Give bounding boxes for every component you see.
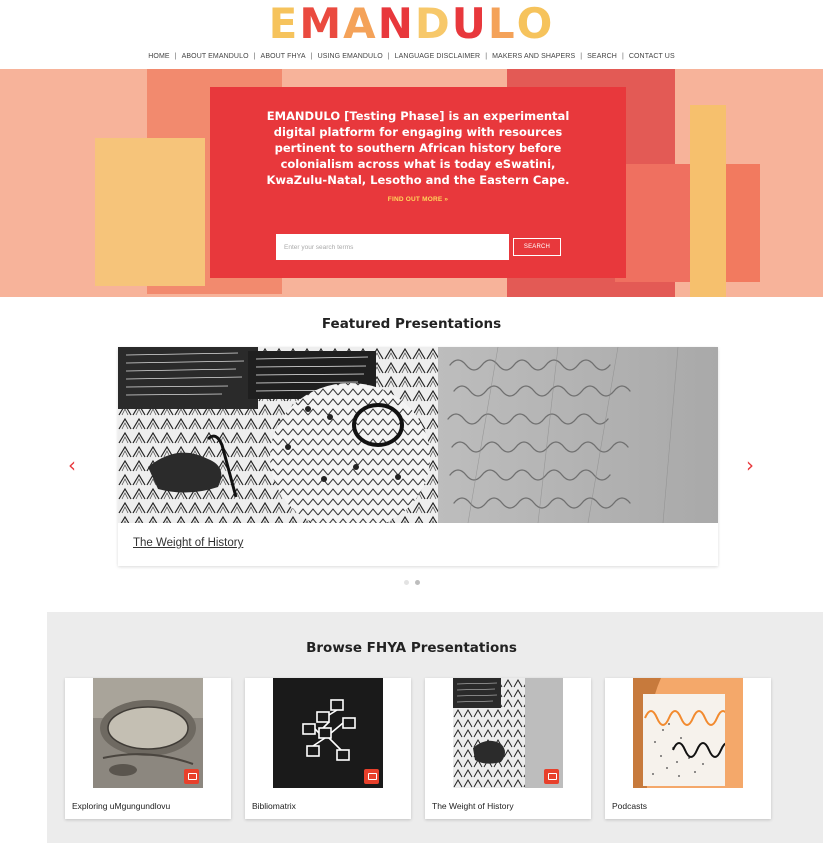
card-label[interactable]: Podcasts — [612, 801, 647, 811]
logo-letter-n: N — [377, 0, 415, 48]
presentation-card[interactable]: The Weight of History — [425, 678, 591, 819]
nav-separator: | — [253, 53, 256, 60]
card-image-weight-of-history — [453, 678, 563, 788]
nav-separator: | — [310, 53, 313, 60]
presentation-badge-icon — [364, 769, 379, 784]
nav-using-emandulo[interactable]: USING EMANDULO — [318, 52, 383, 62]
find-out-more-link[interactable]: FIND OUT MORE » — [210, 196, 626, 203]
presentation-card[interactable]: Exploring uMgungundlovu — [65, 678, 231, 819]
card-label[interactable]: The Weight of History — [432, 801, 514, 811]
featured-slide-caption[interactable]: The Weight of History — [133, 537, 243, 549]
card-label[interactable]: Exploring uMgungundlovu — [72, 801, 170, 811]
hero-block-decor — [95, 138, 205, 286]
featured-slide[interactable]: The Weight of History — [118, 347, 718, 566]
search-button[interactable]: SEARCH — [513, 238, 561, 256]
nav-search[interactable]: SEARCH — [587, 52, 617, 62]
carousel-prev-icon[interactable]: ‹ — [68, 455, 76, 475]
nav-separator: | — [621, 53, 624, 60]
presentation-card[interactable]: Bibliomatrix — [245, 678, 411, 819]
logo-letter-m: M — [299, 0, 344, 48]
nav-language-disclaimer[interactable]: LANGUAGE DISCLAIMER — [395, 52, 481, 62]
hero-intro-text: EMANDULO [Testing Phase] is an experimen… — [266, 109, 570, 187]
logo-wordmark: EMANDULO — [269, 2, 555, 46]
hero-banner: EMANDULO [Testing Phase] is an experimen… — [0, 69, 823, 297]
hero-block-decor — [726, 164, 760, 282]
presentation-card[interactable]: Podcasts — [605, 678, 771, 819]
site-logo[interactable]: EMANDULO — [0, 2, 823, 46]
nav-separator: | — [485, 53, 488, 60]
featured-slide-image — [118, 347, 718, 523]
logo-letter-d: D — [414, 0, 452, 48]
carousel-next-icon[interactable]: › — [746, 455, 754, 475]
main-nav: HOME | ABOUT EMANDULO | ABOUT FHYA | USING EMA… — [0, 52, 823, 62]
nav-contact-us[interactable]: CONTACT US — [629, 52, 675, 62]
nav-separator: | — [580, 53, 583, 60]
search-input[interactable] — [276, 234, 509, 260]
hero-search: SEARCH — [276, 234, 566, 260]
browse-title: Browse FHYA Presentations — [306, 640, 517, 656]
logo-letter-a: A — [343, 0, 378, 48]
logo-letter-o: O — [516, 0, 555, 48]
hero-panel: EMANDULO [Testing Phase] is an experimen… — [210, 87, 626, 278]
nav-makers-and-shapers[interactable]: MAKERS AND SHAPERS — [492, 52, 575, 62]
card-label[interactable]: Bibliomatrix — [252, 801, 296, 811]
nav-separator: | — [174, 53, 177, 60]
nav-about-emandulo[interactable]: ABOUT EMANDULO — [182, 52, 249, 62]
featured-title: Featured Presentations — [321, 316, 502, 332]
carousel-dot-active[interactable] — [414, 580, 420, 585]
carousel-dots — [0, 572, 823, 590]
nav-separator: | — [387, 53, 390, 60]
card-image-umgungundlovu — [93, 678, 203, 788]
logo-letter-e: E — [268, 0, 300, 48]
carousel-dot[interactable] — [403, 580, 409, 585]
card-image-podcasts — [633, 678, 743, 788]
hero-block-decor — [690, 105, 726, 297]
nav-about-fhya[interactable]: ABOUT FHYA — [261, 52, 306, 62]
card-image-bibliomatrix — [273, 678, 383, 788]
presentation-badge-icon — [184, 769, 199, 784]
logo-letter-l: L — [487, 0, 517, 48]
logo-letter-u: U — [451, 0, 488, 48]
nav-home[interactable]: HOME — [148, 52, 169, 62]
presentation-badge-icon — [544, 769, 559, 784]
